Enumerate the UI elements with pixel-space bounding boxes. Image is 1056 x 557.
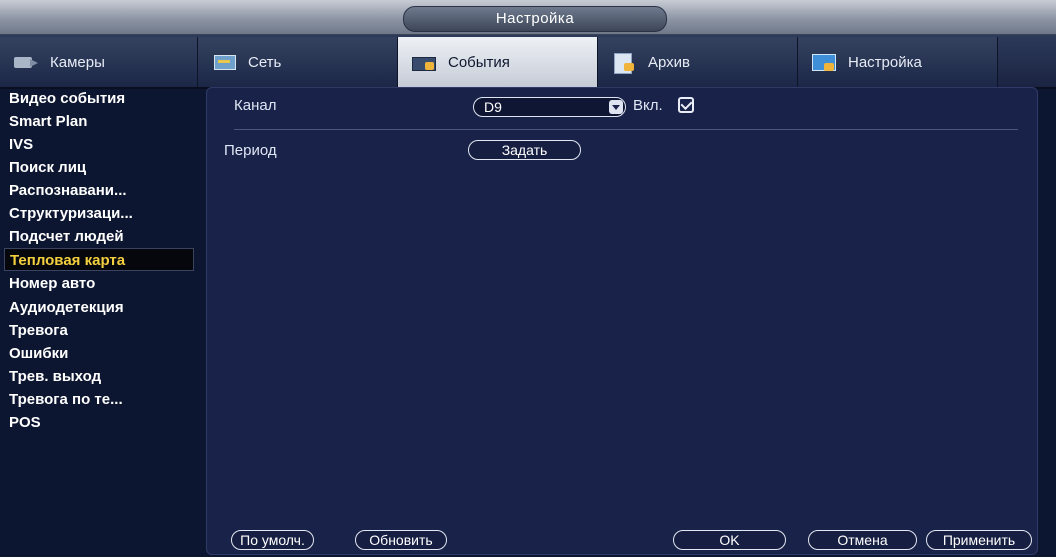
channel-select[interactable]: D9 <box>473 97 626 117</box>
ok-button[interactable]: OK <box>673 530 786 550</box>
tab-network[interactable]: Сеть <box>198 37 398 87</box>
set-period-button[interactable]: Задать <box>468 140 581 160</box>
sidebar-item-recognition[interactable]: Распознавани... <box>4 179 194 202</box>
archive-icon <box>612 53 636 74</box>
tab-label: События <box>448 53 510 71</box>
default-button[interactable]: По умолч. <box>231 530 314 550</box>
sidebar: Видео события Smart Plan IVS Поиск лиц Р… <box>4 87 200 557</box>
sidebar-item-heat-map[interactable]: Тепловая карта <box>4 248 194 271</box>
sidebar-item-temp-alarm[interactable]: Тревога по те... <box>4 388 194 411</box>
sidebar-item-smart-plan[interactable]: Smart Plan <box>4 110 194 133</box>
tab-events[interactable]: События <box>398 37 598 87</box>
sidebar-item-ivs[interactable]: IVS <box>4 133 194 156</box>
tab-cameras[interactable]: Камеры <box>0 37 198 87</box>
apply-button[interactable]: Применить <box>926 530 1032 550</box>
sidebar-item-pos[interactable]: POS <box>4 411 194 434</box>
divider <box>234 129 1018 130</box>
tab-archive[interactable]: Архив <box>598 37 798 87</box>
events-icon <box>412 53 436 71</box>
main-tab-bar: Камеры Сеть События Архив Настройка <box>0 35 1056 89</box>
app-window: Настройка Камеры Сеть События Архив Наст… <box>0 0 1056 557</box>
sidebar-item-video-events[interactable]: Видео события <box>4 87 194 110</box>
settings-icon <box>812 53 836 71</box>
sidebar-item-face-search[interactable]: Поиск лиц <box>4 156 194 179</box>
window-title: Настройка <box>403 6 667 32</box>
enable-label: Вкл. <box>633 97 663 114</box>
period-label: Период <box>224 142 277 159</box>
enable-checkbox[interactable] <box>678 97 694 113</box>
sidebar-item-alarm-output[interactable]: Трев. выход <box>4 365 194 388</box>
sidebar-item-people-count[interactable]: Подсчет людей <box>4 225 194 248</box>
tab-label: Настройка <box>848 53 922 71</box>
tab-settings[interactable]: Настройка <box>798 37 998 87</box>
tab-label: Камеры <box>50 53 105 71</box>
channel-value: D9 <box>484 99 502 115</box>
channel-label: Канал <box>234 97 277 114</box>
sidebar-item-alarm[interactable]: Тревога <box>4 319 194 342</box>
heat-map-settings-panel: Канал D9 Вкл. Период Задать По умолч. Об… <box>206 87 1038 555</box>
refresh-button[interactable]: Обновить <box>355 530 447 550</box>
sidebar-item-errors[interactable]: Ошибки <box>4 342 194 365</box>
sidebar-item-plate-number[interactable]: Номер авто <box>4 272 194 295</box>
chevron-down-icon[interactable] <box>609 100 623 114</box>
network-icon <box>212 53 236 71</box>
sidebar-item-structuring[interactable]: Структуризаци... <box>4 202 194 225</box>
camera-icon <box>14 53 38 71</box>
cancel-button[interactable]: Отмена <box>808 530 917 550</box>
tab-label: Сеть <box>248 53 282 71</box>
title-bar: Настройка <box>0 0 1056 35</box>
sidebar-item-audio-detect[interactable]: Аудиодетекция <box>4 296 194 319</box>
tab-label: Архив <box>648 53 691 71</box>
